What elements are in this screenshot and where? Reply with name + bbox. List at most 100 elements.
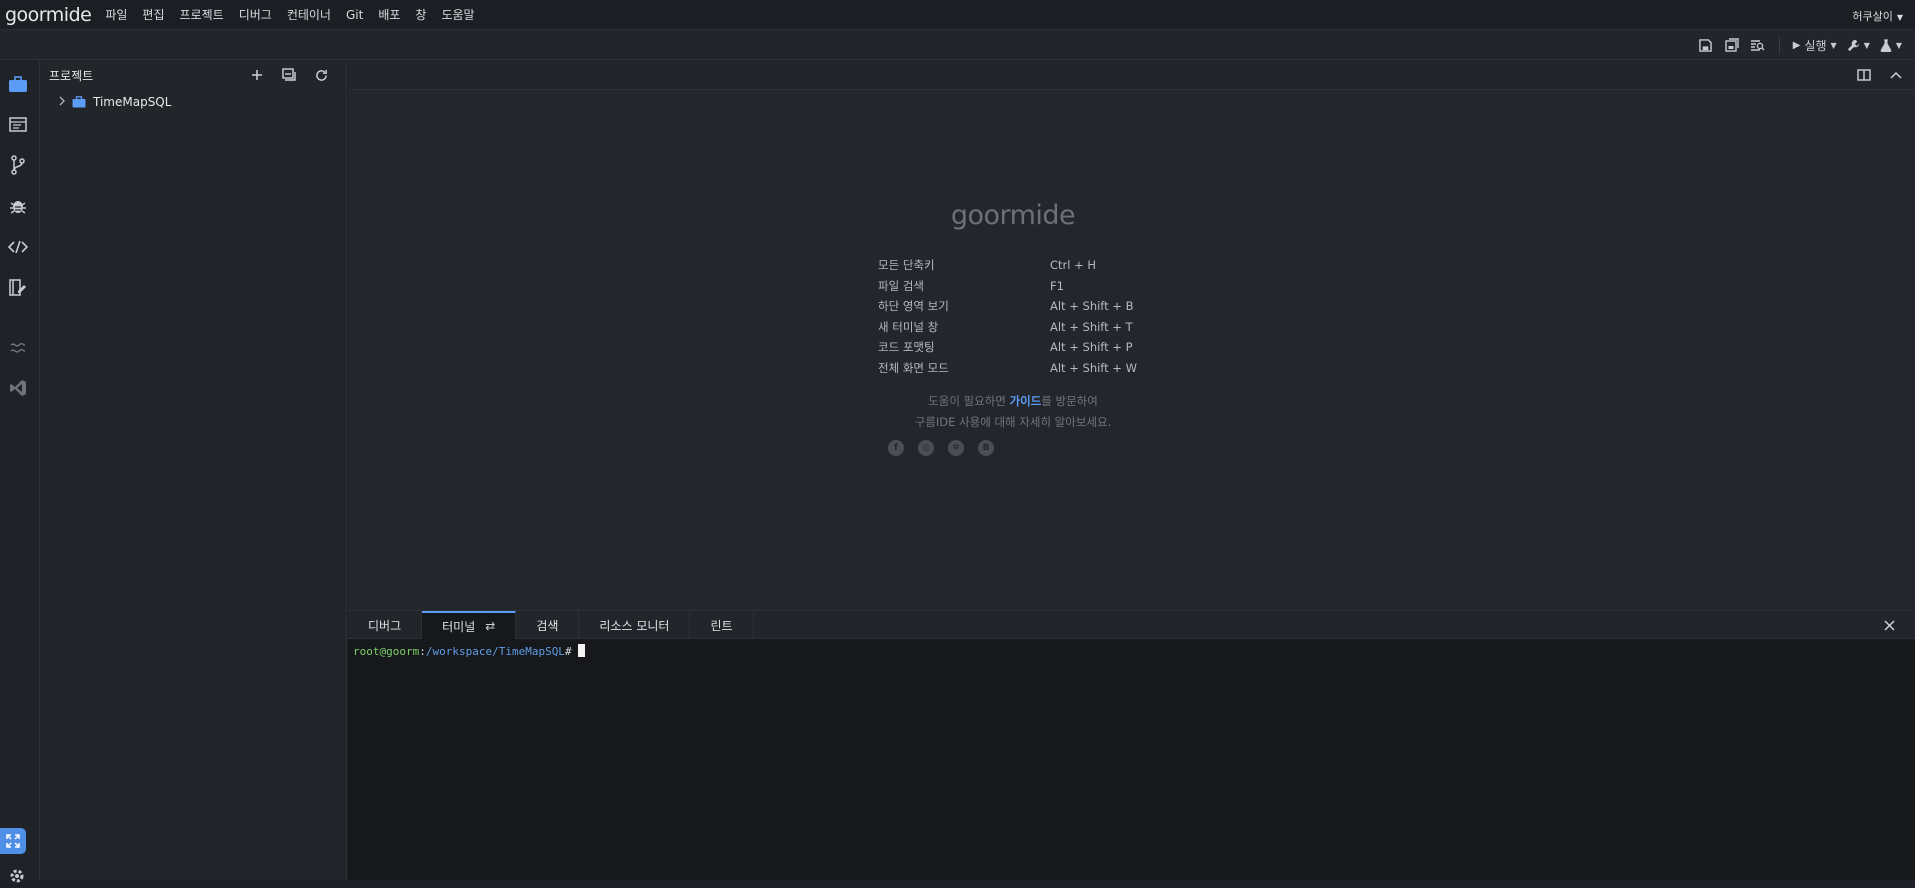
run-label: 실행	[1804, 38, 1827, 53]
help-text-pre: 도움이 필요하면	[928, 394, 1010, 408]
git-branch-icon	[11, 155, 25, 175]
shortcut-row: 모든 단축키 Ctrl + H	[878, 255, 1178, 276]
source-control-button[interactable]	[0, 147, 36, 183]
shortcut-row: 전체 화면 모드 Alt + Shift + W	[878, 358, 1178, 379]
bottom-panel: 디버그 터미널 ⇄ 검색 리소스 모니터 린트 root@goorm:/works…	[348, 610, 1915, 880]
code-icon	[8, 240, 28, 254]
menu-edit[interactable]: 편집	[142, 6, 164, 23]
menu-git[interactable]: Git	[346, 8, 363, 22]
user-menu[interactable]: 허쿠살이 ▼	[1852, 8, 1903, 24]
terminal-cursor	[577, 644, 585, 657]
chevron-right-icon[interactable]	[58, 96, 72, 109]
tree-item-project[interactable]: TimeMapSQL	[40, 90, 346, 114]
refresh-icon	[315, 69, 327, 81]
shortcut-label: 하단 영역 보기	[878, 299, 949, 314]
test-button[interactable]: ▼	[1877, 34, 1905, 56]
wrench-icon	[1847, 39, 1859, 51]
user-name: 허쿠살이	[1852, 10, 1893, 23]
editor-actions	[1853, 64, 1907, 86]
shortcut-label: 전체 화면 모드	[878, 360, 949, 375]
panel-tab-bar: 디버그 터미널 ⇄ 검색 리소스 모니터 린트	[348, 611, 1915, 639]
settings-button[interactable]	[9, 868, 25, 888]
briefcase-icon	[9, 75, 27, 92]
save-button[interactable]	[1695, 34, 1717, 56]
search-file-button[interactable]	[1747, 34, 1769, 56]
tab-label: 디버그	[368, 618, 402, 633]
menu-container[interactable]: 컨테이너	[287, 6, 331, 23]
help-text: 도움이 필요하면 가이드를 방문하여 구름IDE 사용에 대해 자세히 알아보세…	[863, 391, 1163, 432]
goormide-logo[interactable]: goormide	[5, 4, 92, 26]
shortcut-list: 모든 단축키 Ctrl + H 파일 검색 F1 하단 영역 보기 Alt + Shi…	[878, 255, 1178, 378]
chevron-down-icon: ▼	[1896, 13, 1903, 22]
menu-deploy[interactable]: 배포	[378, 6, 400, 23]
toolbar-divider	[1778, 37, 1780, 53]
flask-icon	[1880, 38, 1892, 52]
extensions-button[interactable]	[0, 270, 36, 306]
build-button[interactable]: ▼	[1844, 34, 1873, 56]
toolbar: ▶ 실행 ▼ ▼ ▼	[0, 30, 1915, 60]
tab-label: 린트	[710, 618, 733, 633]
new-project-button[interactable]	[246, 64, 268, 86]
close-panel-button[interactable]	[1879, 615, 1899, 635]
tab-resource-monitor[interactable]: 리소스 모니터	[579, 611, 691, 639]
instagram-icon[interactable]: ◎	[918, 440, 934, 456]
menu-project[interactable]: 프로젝트	[180, 6, 224, 23]
project-explorer-button[interactable]	[0, 66, 36, 102]
save-icon	[1699, 38, 1713, 52]
tilde-icon	[10, 342, 26, 353]
guide-link[interactable]: 가이드	[1010, 394, 1042, 408]
shortcut-keys: Alt + Shift + T	[1050, 319, 1133, 334]
tab-debug[interactable]: 디버그	[348, 611, 423, 639]
shortcut-label: 새 터미널 창	[878, 319, 939, 334]
facebook-icon[interactable]: f	[888, 440, 904, 456]
find-icon	[1751, 39, 1765, 51]
terminal[interactable]: root@goorm:/workspace/TimeMapSQL#	[348, 639, 1915, 663]
blog-icon[interactable]: B	[978, 440, 994, 456]
prompt-user: root@goorm	[353, 645, 420, 658]
menu-debug[interactable]: 디버그	[239, 6, 272, 23]
chevron-up-icon	[1890, 71, 1902, 79]
shortcut-keys: Alt + Shift + W	[1050, 360, 1137, 375]
project-name: TimeMapSQL	[93, 95, 172, 109]
shortcut-keys: Alt + Shift + P	[1050, 340, 1133, 355]
shortcut-label: 코드 포맷팅	[878, 340, 935, 355]
tab-lint[interactable]: 린트	[690, 611, 754, 639]
chevron-down-icon: ▼	[1830, 40, 1837, 50]
tab-label: 검색	[536, 618, 559, 633]
refresh-button[interactable]	[310, 64, 332, 86]
tab-search[interactable]: 검색	[516, 611, 580, 639]
tab-terminal[interactable]: 터미널 ⇄	[422, 611, 517, 639]
collapse-button[interactable]	[278, 64, 300, 86]
vscode-button[interactable]	[0, 370, 36, 406]
outline-button[interactable]	[0, 106, 36, 142]
maximize-editor-button[interactable]	[1885, 64, 1907, 86]
help-text-post: 를 방문하여	[1041, 394, 1098, 408]
menu-help[interactable]: 도움말	[441, 6, 474, 23]
editor-tab-bar	[348, 60, 1915, 90]
expand-button[interactable]	[0, 828, 26, 854]
book-pen-icon	[9, 279, 26, 296]
shortcut-keys: F1	[1050, 278, 1064, 293]
code-button[interactable]	[0, 229, 36, 265]
debug-button[interactable]	[0, 188, 36, 224]
shortcut-row: 코드 포맷팅 Alt + Shift + P	[878, 337, 1178, 358]
menu-window[interactable]: 창	[415, 6, 426, 23]
reconnect-icon[interactable]: ⇄	[485, 619, 495, 633]
project-sidebar: 프로젝트 TimeMapSQL	[40, 60, 347, 880]
shortcut-label: 모든 단축키	[878, 258, 935, 273]
welcome-logo: goormide	[950, 200, 1076, 231]
plus-icon	[252, 70, 262, 80]
project-briefcase-icon	[72, 96, 86, 108]
shortcut-row: 파일 검색 F1	[878, 276, 1178, 297]
prompt-separator: :	[419, 645, 426, 658]
live-share-button[interactable]	[0, 330, 36, 366]
save-all-button[interactable]	[1721, 34, 1743, 56]
community-icon[interactable]: ✲	[948, 440, 964, 456]
run-button[interactable]: ▶ 실행 ▼	[1790, 34, 1840, 56]
shortcut-keys: Ctrl + H	[1050, 258, 1097, 273]
save-all-icon	[1725, 38, 1739, 52]
split-editor-button[interactable]	[1853, 64, 1875, 86]
shortcut-row: 하단 영역 보기 Alt + Shift + B	[878, 296, 1178, 317]
sidebar-actions	[246, 64, 332, 86]
menu-file[interactable]: 파일	[105, 6, 127, 23]
